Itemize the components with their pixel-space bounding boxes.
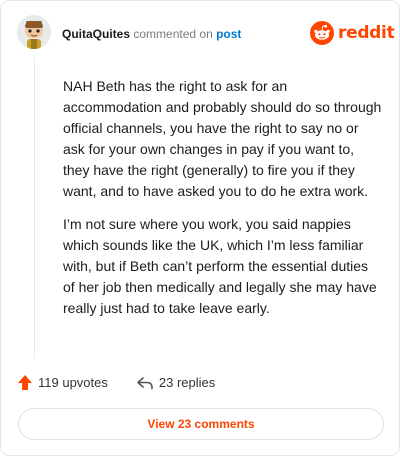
comment-header: QuitaQuites commented on post (62, 27, 241, 41)
upvote-arrow-icon[interactable] (17, 374, 33, 391)
comment-paragraph: I’m not sure where you work, you said na… (63, 216, 377, 316)
post-link[interactable]: post (216, 27, 241, 41)
comment-paragraph: NAH Beth has the right to ask for an acc… (63, 78, 382, 199)
avatar-snoo-icon (17, 15, 51, 49)
thread-line[interactable] (34, 57, 35, 359)
upvote-count: 119 upvotes (38, 375, 108, 390)
reddit-brand[interactable]: reddit (310, 21, 395, 45)
upvote-stat[interactable]: 119 upvotes (17, 374, 108, 391)
comment-card: QuitaQuites commented on post reddit NAH… (0, 0, 400, 456)
reddit-wordmark: reddit (338, 23, 395, 43)
comment-stats: 119 upvotes 23 replies (17, 374, 215, 391)
comment-body: NAH Beth has the right to ask for an acc… (63, 76, 383, 319)
reddit-logo-icon (310, 21, 334, 45)
replies-stat[interactable]: 23 replies (136, 375, 215, 390)
action-text: commented on (133, 27, 213, 41)
view-comments-button[interactable]: View 23 comments (18, 408, 384, 440)
reply-arrow-icon[interactable] (136, 376, 154, 390)
username[interactable]: QuitaQuites (62, 27, 130, 41)
reply-count: 23 replies (158, 375, 216, 390)
avatar[interactable] (17, 15, 51, 49)
